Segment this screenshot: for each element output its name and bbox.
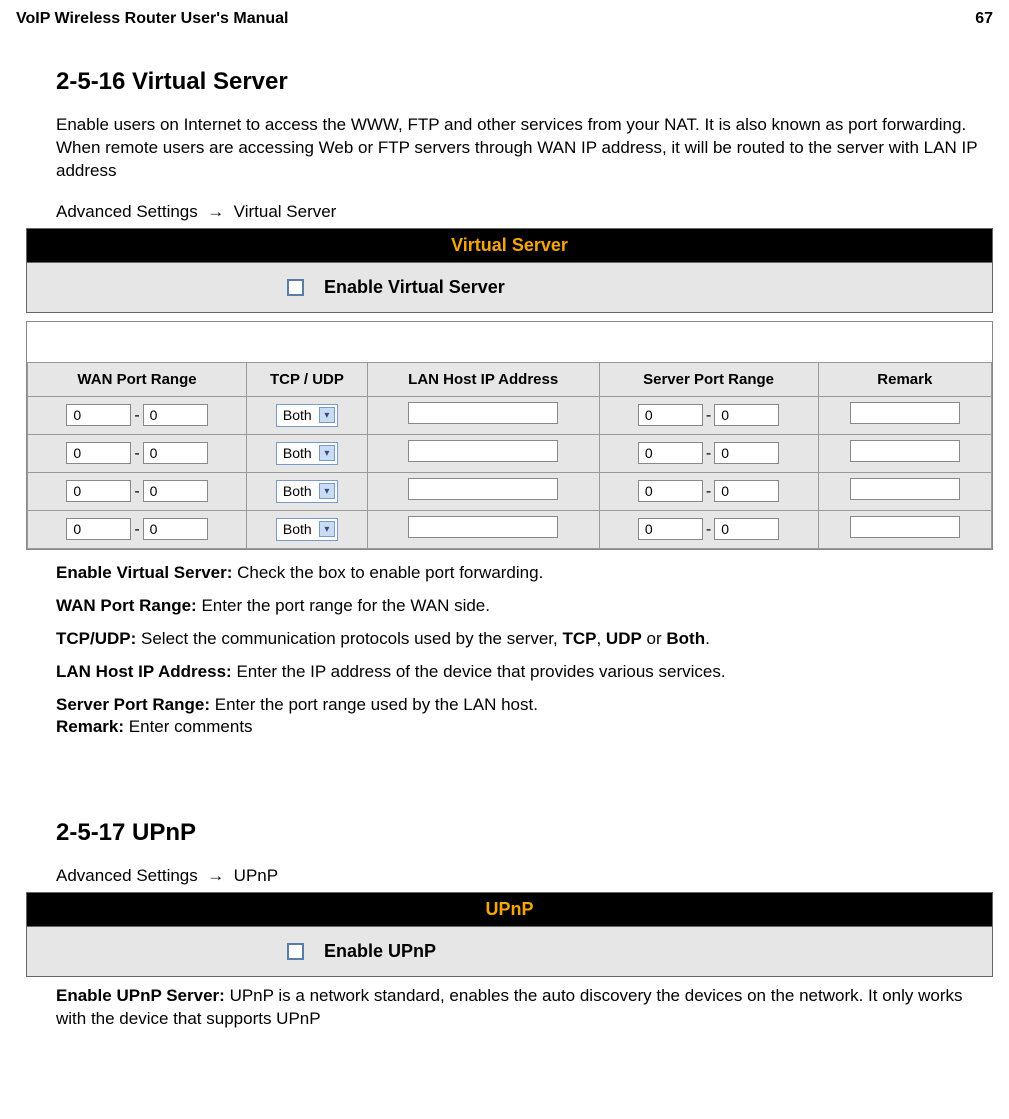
lan-host-ip-input[interactable] (408, 440, 558, 462)
virtual-server-table-container: WAN Port Range TCP / UDP LAN Host IP Add… (26, 321, 993, 550)
virtual-server-table: WAN Port Range TCP / UDP LAN Host IP Add… (27, 362, 992, 549)
server-port-end-input[interactable]: 0 (714, 518, 779, 540)
table-row: 0-0Both▾0-0 (28, 472, 992, 510)
lan-host-ip-input[interactable] (408, 516, 558, 538)
col-lan-host-ip: LAN Host IP Address (367, 362, 599, 396)
remark-input[interactable] (850, 440, 960, 462)
chevron-down-icon: ▾ (319, 483, 335, 499)
enable-upnp-label: Enable UPnP (324, 941, 436, 962)
col-server-port-range: Server Port Range (599, 362, 818, 396)
server-port-end-input[interactable]: 0 (714, 480, 779, 502)
doc-title: VoIP Wireless Router User's Manual (16, 10, 289, 28)
server-port-end-input[interactable]: 0 (714, 404, 779, 426)
server-port-start-input[interactable]: 0 (638, 480, 703, 502)
wan-port-end-input[interactable]: 0 (143, 442, 208, 464)
chevron-down-icon: ▾ (319, 407, 335, 423)
wan-port-start-input[interactable]: 0 (66, 518, 131, 540)
col-wan-port-range: WAN Port Range (28, 362, 247, 396)
server-port-end-input[interactable]: 0 (714, 442, 779, 464)
section-heading-upnp: 2-5-17 UPnP (56, 819, 993, 847)
virtual-server-panel: Virtual Server Enable Virtual Server (26, 228, 993, 313)
server-port-start-input[interactable]: 0 (638, 404, 703, 426)
section-intro: Enable users on Internet to access the W… (56, 114, 993, 183)
protocol-select[interactable]: Both▾ (276, 518, 338, 541)
lan-host-ip-input[interactable] (408, 402, 558, 424)
wan-port-end-input[interactable]: 0 (143, 480, 208, 502)
enable-virtual-server-checkbox[interactable] (287, 279, 304, 296)
remark-input[interactable] (850, 478, 960, 500)
upnp-panel: UPnP Enable UPnP (26, 892, 993, 977)
remark-input[interactable] (850, 516, 960, 538)
protocol-select[interactable]: Both▾ (276, 480, 338, 503)
page-number: 67 (975, 10, 993, 28)
table-row: 0-0Both▾0-0 (28, 434, 992, 472)
wan-port-end-input[interactable]: 0 (143, 518, 208, 540)
chevron-down-icon: ▾ (319, 445, 335, 461)
enable-upnp-checkbox[interactable] (287, 943, 304, 960)
panel-title-virtual-server: Virtual Server (27, 229, 992, 263)
wan-port-end-input[interactable]: 0 (143, 404, 208, 426)
remark-input[interactable] (850, 402, 960, 424)
col-tcp-udp: TCP / UDP (247, 362, 368, 396)
protocol-select[interactable]: Both▾ (276, 404, 338, 427)
breadcrumb: Advanced Settings → Virtual Server (56, 201, 993, 224)
col-remark: Remark (818, 362, 991, 396)
table-row: 0-0Both▾0-0 (28, 510, 992, 548)
breadcrumb-upnp: Advanced Settings → UPnP (56, 865, 993, 888)
panel-title-upnp: UPnP (27, 893, 992, 927)
wan-port-start-input[interactable]: 0 (66, 442, 131, 464)
lan-host-ip-input[interactable] (408, 478, 558, 500)
enable-virtual-server-label: Enable Virtual Server (324, 277, 505, 298)
definitions-upnp: Enable UPnP Server: UPnP is a network st… (56, 985, 993, 1031)
wan-port-start-input[interactable]: 0 (66, 480, 131, 502)
definitions-virtual-server: Enable Virtual Server: Check the box to … (56, 562, 993, 740)
wan-port-start-input[interactable]: 0 (66, 404, 131, 426)
protocol-select[interactable]: Both▾ (276, 442, 338, 465)
section-heading-virtual-server: 2-5-16 Virtual Server (56, 68, 993, 96)
server-port-start-input[interactable]: 0 (638, 518, 703, 540)
chevron-down-icon: ▾ (319, 521, 335, 537)
server-port-start-input[interactable]: 0 (638, 442, 703, 464)
table-row: 0-0Both▾0-0 (28, 396, 992, 434)
